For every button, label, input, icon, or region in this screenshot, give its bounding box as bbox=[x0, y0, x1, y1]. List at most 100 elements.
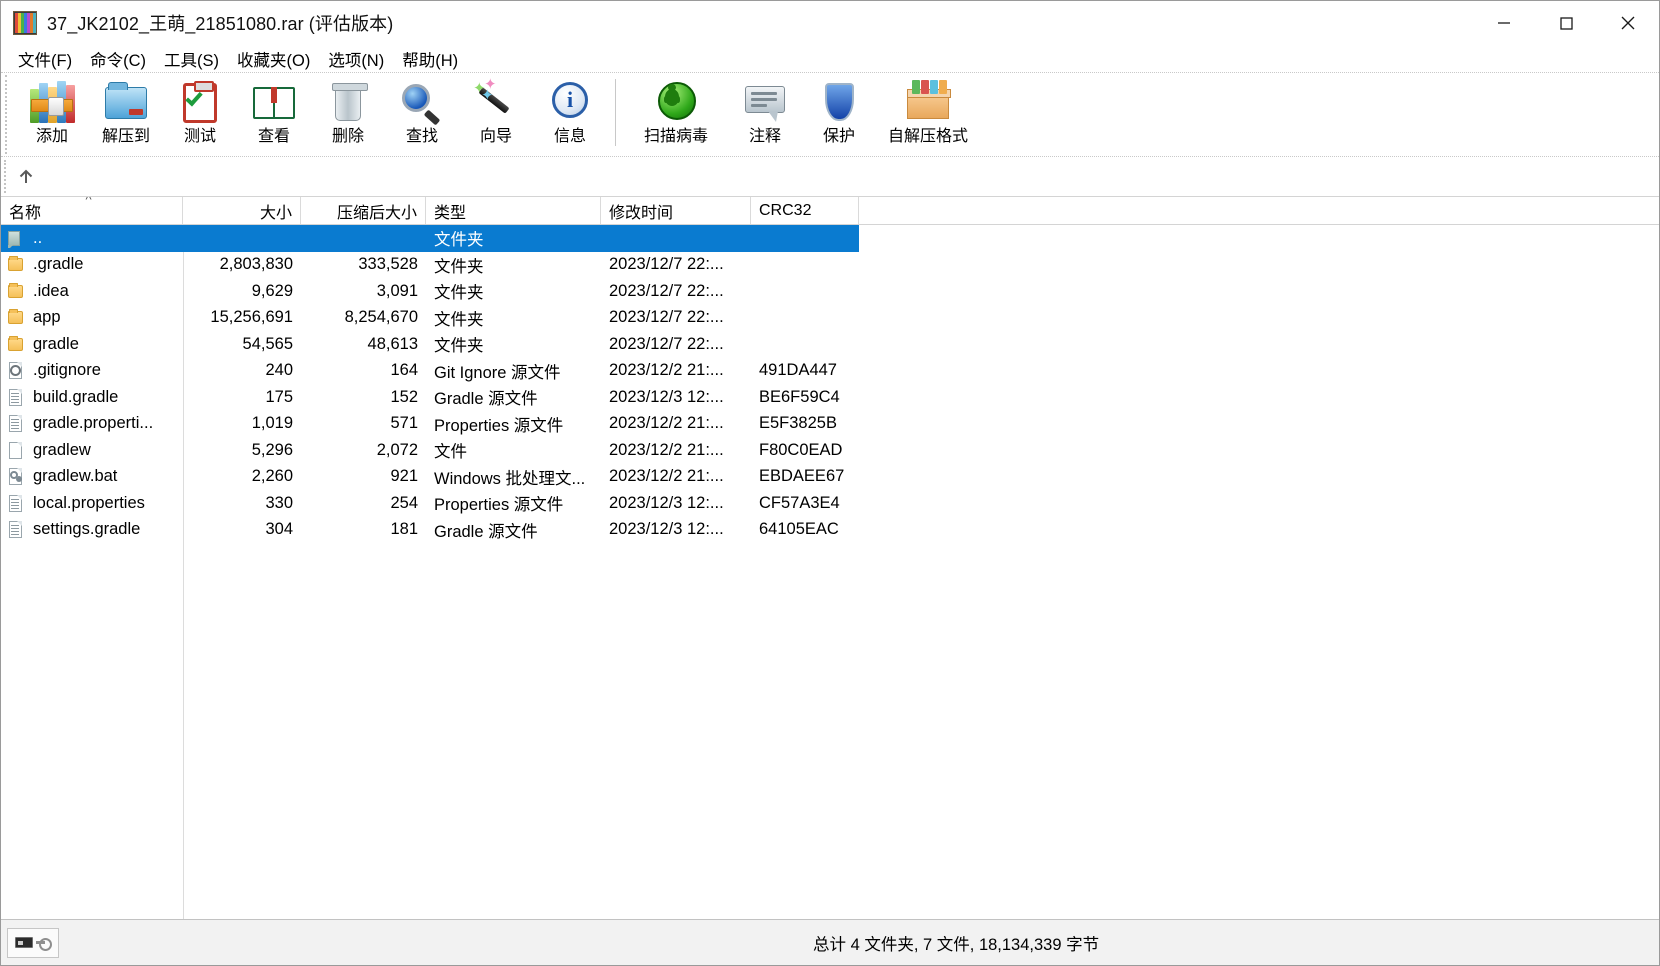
cell-packed: 2,072 bbox=[301, 441, 426, 460]
cell-type: Git Ignore 源文件 bbox=[426, 359, 601, 383]
cell-modified: 2023/12/7 22:... bbox=[601, 255, 751, 274]
folder-icon bbox=[7, 308, 25, 327]
table-row[interactable]: local.properties330254Properties 源文件2023… bbox=[1, 490, 1659, 517]
toolbar-protect-button[interactable]: 保护 bbox=[802, 73, 876, 153]
column-header-crc32[interactable]: CRC32 bbox=[751, 197, 859, 224]
sfx-icon bbox=[905, 79, 951, 125]
cell-type: Properties 源文件 bbox=[426, 491, 601, 515]
toolbar-test-button[interactable]: 测试 bbox=[163, 73, 237, 153]
toolbar: 添加 解压到 测试 查看 删除 查找 ✦ ✦ ✦ bbox=[1, 72, 1659, 156]
cell-modified: 2023/12/2 21:... bbox=[601, 414, 751, 433]
toolbar-virusscan-button[interactable]: 扫描病毒 bbox=[624, 73, 728, 153]
menu-tools[interactable]: 工具(S) bbox=[155, 45, 228, 73]
toolbar-info-button[interactable]: i 信息 bbox=[533, 73, 607, 153]
toolbar-info-label: 信息 bbox=[554, 129, 586, 145]
file-name-label: app bbox=[33, 308, 61, 327]
cell-packed: 571 bbox=[301, 414, 426, 433]
cell-size: 240 bbox=[183, 361, 301, 380]
folder-icon bbox=[7, 255, 25, 274]
cell-size: 304 bbox=[183, 520, 301, 539]
cell-packed: 164 bbox=[301, 361, 426, 380]
file-name-label: settings.gradle bbox=[33, 520, 140, 539]
winrar-icon bbox=[13, 11, 37, 35]
table-row[interactable]: gradle.properti...1,019571Properties 源文件… bbox=[1, 411, 1659, 438]
cell-size: 54,565 bbox=[183, 335, 301, 354]
text-file-icon bbox=[7, 388, 25, 407]
status-archive-state[interactable] bbox=[7, 928, 59, 958]
file-list: 名称 ^ 大小 压缩后大小 类型 修改时间 CRC32 ..文件夹.gradle… bbox=[1, 196, 1659, 919]
toolbar-delete-label: 删除 bbox=[332, 129, 364, 145]
toolbar-comment-label: 注释 bbox=[749, 129, 781, 145]
menu-help[interactable]: 帮助(H) bbox=[393, 45, 467, 73]
column-header-size[interactable]: 大小 bbox=[183, 197, 301, 224]
toolbar-comment-button[interactable]: 注释 bbox=[728, 73, 802, 153]
menu-commands[interactable]: 命令(C) bbox=[81, 45, 155, 73]
cell-size: 175 bbox=[183, 388, 301, 407]
toolbar-wizard-button[interactable]: ✦ ✦ ✦ 向导 bbox=[459, 73, 533, 153]
menu-favorites[interactable]: 收藏夹(O) bbox=[228, 45, 319, 73]
column-header-modified-label: 修改时间 bbox=[609, 199, 673, 223]
status-bar: 总计 4 文件夹, 7 文件, 18,134,339 字节 bbox=[1, 919, 1659, 965]
table-row[interactable]: gradle54,56548,613文件夹2023/12/7 22:... bbox=[1, 331, 1659, 358]
cell-crc32: EBDAEE67 bbox=[751, 467, 859, 486]
cell-type: 文件夹 bbox=[426, 306, 601, 330]
column-header-crc32-label: CRC32 bbox=[759, 202, 811, 220]
table-row[interactable]: gradlew.bat2,260921Windows 批处理文...2023/1… bbox=[1, 464, 1659, 491]
table-row[interactable]: ..文件夹 bbox=[1, 225, 859, 252]
window-controls bbox=[1473, 1, 1659, 45]
column-header-type-label: 类型 bbox=[434, 199, 466, 223]
blank-file-icon bbox=[7, 441, 25, 460]
window-title: 37_JK2102_王萌_21851080.rar (评估版本) bbox=[47, 10, 393, 36]
table-row[interactable]: settings.gradle304181Gradle 源文件2023/12/3… bbox=[1, 517, 1659, 544]
gear-file-icon bbox=[7, 361, 25, 380]
cell-packed: 48,613 bbox=[301, 335, 426, 354]
column-header-size-label: 大小 bbox=[260, 199, 292, 223]
toolbar-find-label: 查找 bbox=[406, 129, 438, 145]
cell-crc32: 64105EAC bbox=[751, 520, 859, 539]
cell-type: Gradle 源文件 bbox=[426, 518, 601, 542]
maximize-button[interactable] bbox=[1535, 1, 1597, 45]
file-name-label: .gradle bbox=[33, 255, 83, 274]
cell-name: gradlew bbox=[1, 441, 183, 460]
toolbar-wizard-label: 向导 bbox=[480, 129, 512, 145]
cell-packed: 921 bbox=[301, 467, 426, 486]
menu-options[interactable]: 选项(N) bbox=[319, 45, 393, 73]
table-row[interactable]: build.gradle175152Gradle 源文件2023/12/3 12… bbox=[1, 384, 1659, 411]
table-row[interactable]: .gradle2,803,830333,528文件夹2023/12/7 22:.… bbox=[1, 252, 1659, 279]
column-header-type[interactable]: 类型 bbox=[426, 197, 601, 224]
text-file-icon bbox=[7, 520, 25, 539]
file-name-label: gradle.properti... bbox=[33, 414, 153, 433]
menu-file[interactable]: 文件(F) bbox=[9, 45, 81, 73]
toolbar-extract-button[interactable]: 解压到 bbox=[89, 73, 163, 153]
wizard-icon: ✦ ✦ ✦ bbox=[473, 79, 519, 125]
protect-icon bbox=[816, 79, 862, 125]
column-header-row: 名称 ^ 大小 压缩后大小 类型 修改时间 CRC32 bbox=[1, 197, 1659, 225]
column-header-modified[interactable]: 修改时间 bbox=[601, 197, 751, 224]
text-file-icon bbox=[7, 494, 25, 513]
cell-modified: 2023/12/2 21:... bbox=[601, 467, 751, 486]
cell-type: 文件夹 bbox=[426, 279, 601, 303]
up-one-level-button[interactable] bbox=[11, 162, 41, 192]
toolbar-delete-button[interactable]: 删除 bbox=[311, 73, 385, 153]
find-icon bbox=[399, 79, 445, 125]
column-header-name-label: 名称 bbox=[9, 199, 41, 223]
address-bar-grip[interactable] bbox=[4, 160, 7, 193]
table-row[interactable]: .gitignore240164Git Ignore 源文件2023/12/2 … bbox=[1, 358, 1659, 385]
close-button[interactable] bbox=[1597, 1, 1659, 45]
file-list-rows: ..文件夹.gradle2,803,830333,528文件夹2023/12/7… bbox=[1, 225, 1659, 543]
table-row[interactable]: .idea9,6293,091文件夹2023/12/7 22:... bbox=[1, 278, 1659, 305]
address-input[interactable] bbox=[41, 162, 1659, 192]
cell-modified: 2023/12/2 21:... bbox=[601, 361, 751, 380]
title-bar: 37_JK2102_王萌_21851080.rar (评估版本) bbox=[1, 1, 1659, 45]
table-row[interactable]: app15,256,6918,254,670文件夹2023/12/7 22:..… bbox=[1, 305, 1659, 332]
minimize-button[interactable] bbox=[1473, 1, 1535, 45]
toolbar-grip[interactable] bbox=[5, 75, 8, 154]
table-row[interactable]: gradlew5,2962,072文件2023/12/2 21:...F80C0… bbox=[1, 437, 1659, 464]
toolbar-view-button[interactable]: 查看 bbox=[237, 73, 311, 153]
column-header-name[interactable]: 名称 ^ bbox=[1, 197, 183, 224]
toolbar-find-button[interactable]: 查找 bbox=[385, 73, 459, 153]
toolbar-sfx-button[interactable]: 自解压格式 bbox=[876, 73, 980, 153]
column-header-packed[interactable]: 压缩后大小 bbox=[301, 197, 426, 224]
toolbar-add-button[interactable]: 添加 bbox=[15, 73, 89, 153]
cell-packed: 254 bbox=[301, 494, 426, 513]
